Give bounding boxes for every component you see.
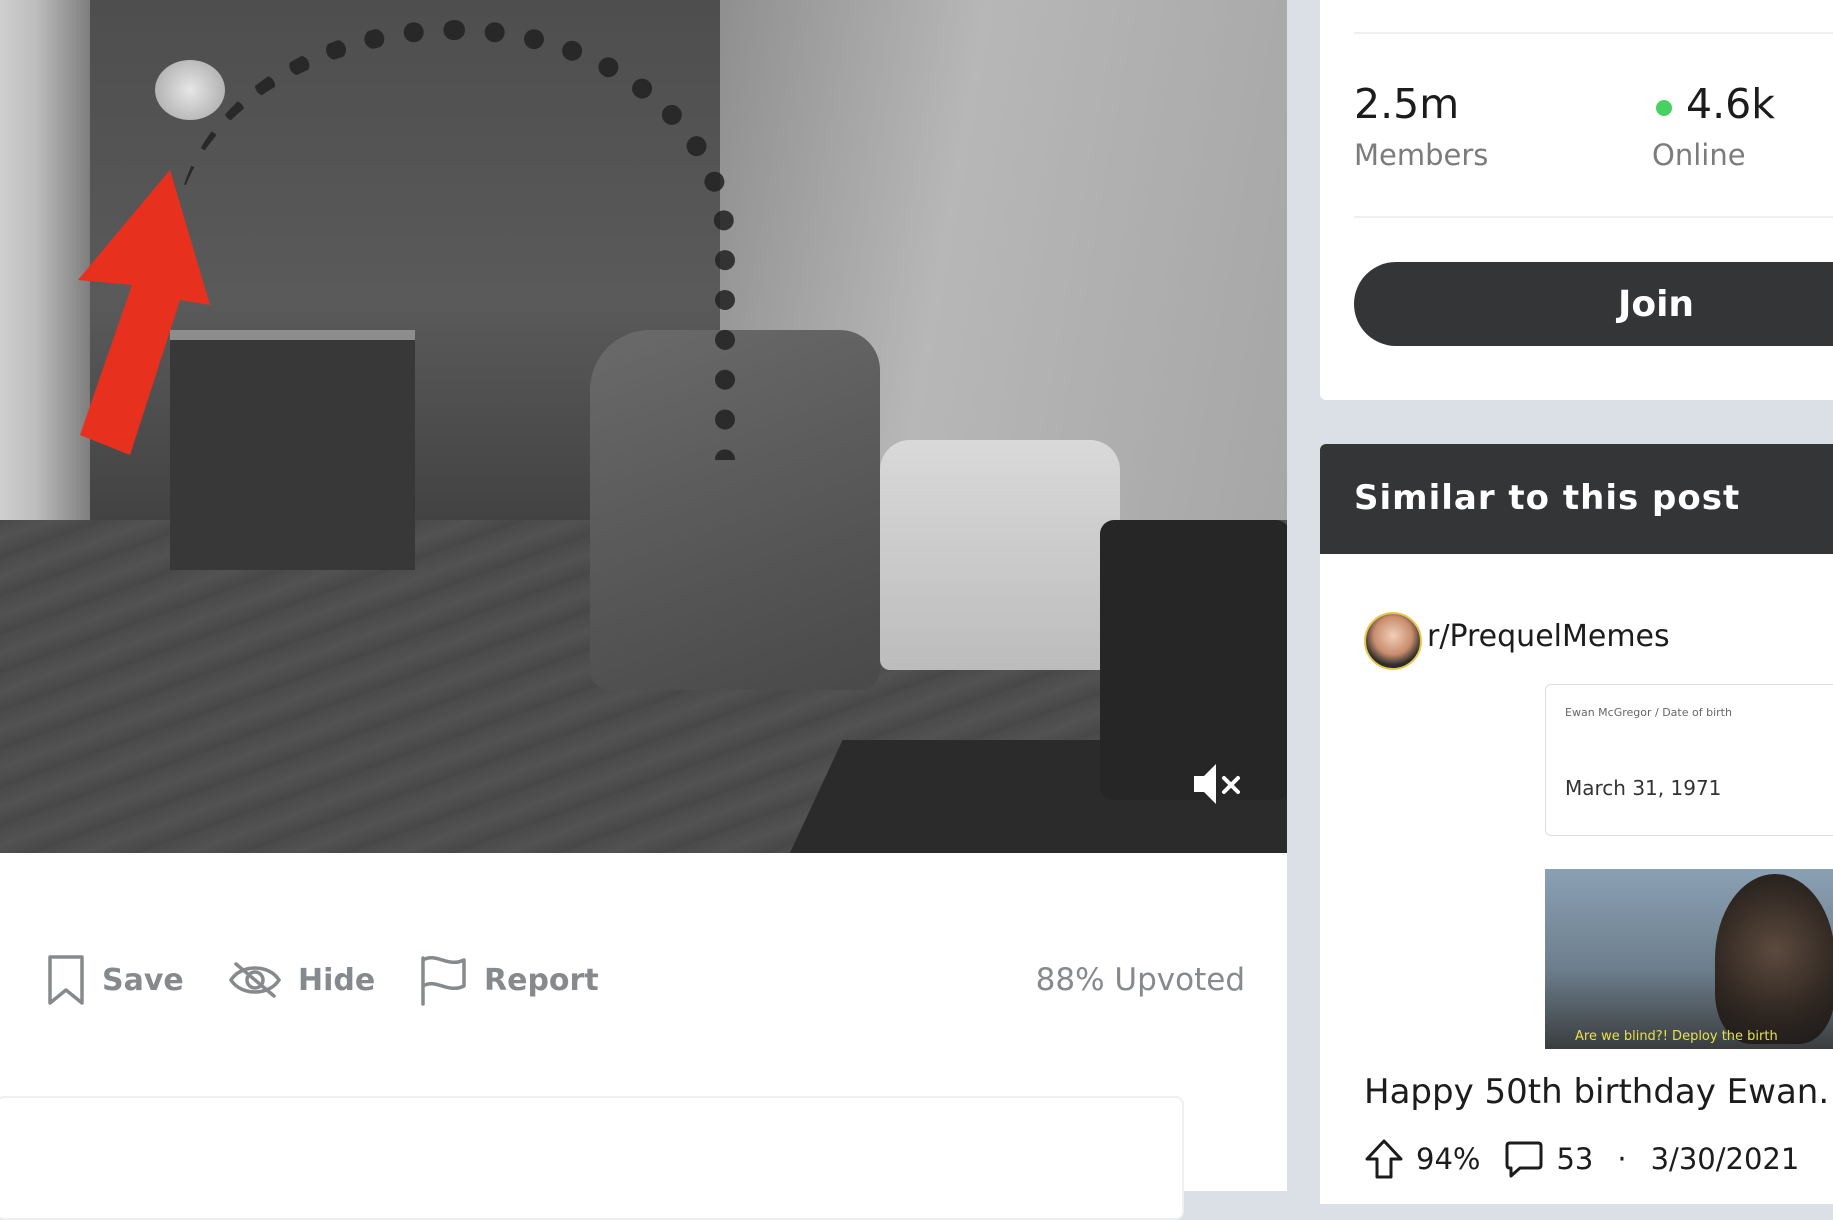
thumbnail-face [1715,874,1833,1044]
post-date: 3/30/2021 [1650,1142,1800,1176]
similar-header: Similar to this post [1320,444,1833,554]
save-label: Save [102,962,184,998]
online-count: 4.6k [1686,80,1775,128]
hide-label: Hide [298,962,376,998]
members-label: Members [1354,138,1489,172]
meta-separator: · [1617,1142,1627,1176]
similar-post-meta: 94% 53 · 3/30/2021 [1364,1134,1799,1184]
muted-speaker-icon [1194,764,1240,804]
subreddit-link[interactable]: r/PrequelMemes [1427,619,1670,654]
similar-post-title[interactable]: Happy 50th birthday Ewan. [1364,1072,1829,1112]
subreddit-avatar[interactable] [1364,612,1422,670]
join-button[interactable]: Join [1354,262,1833,346]
upvote-arrow-icon[interactable] [1364,1138,1404,1180]
report-button[interactable]: Report [418,940,599,1020]
similar-heading: Similar to this post [1354,478,1741,518]
hide-button[interactable]: Hide [228,940,375,1020]
video-motion-trail [175,20,735,460]
red-arrow-annotation [78,170,210,455]
post-action-bar: Save Hide Report 88% Upvoted [0,940,1287,1020]
community-info-card: 2.5m Members 4.6k Online Join [1320,0,1833,400]
save-button[interactable]: Save [46,940,184,1020]
online-indicator [1656,100,1672,116]
upvote-percentage: 88% Upvoted [1035,962,1245,998]
bookmark-icon [48,955,84,1005]
thumbnail-header-text: Ewan McGregor / Date of birth [1565,706,1732,719]
members-count: 2.5m [1354,80,1460,128]
thumbnail-caption: Are we blind?! Deploy the birth [1575,1029,1778,1044]
report-label: Report [484,962,599,998]
divider [1354,32,1833,34]
similar-posts-card: Similar to this post r/PrequelMemes Ewan… [1320,444,1833,1204]
flag-icon [421,956,466,1006]
online-label: Online [1652,138,1746,172]
upvote-ratio: 94% [1416,1142,1481,1176]
comment-bubble-icon[interactable] [1504,1139,1544,1179]
eye-slash-icon [228,962,282,998]
thumbnail-date-text: March 31, 1971 [1565,776,1722,800]
comment-count: 53 [1556,1142,1594,1176]
video-scene-armchair [880,440,1120,670]
mute-button[interactable] [1188,760,1248,808]
comment-box[interactable] [0,1096,1184,1220]
video-player[interactable] [0,0,1287,853]
post-thumbnail[interactable]: Ewan McGregor / Date of birth March 31, … [1545,684,1833,1049]
divider [1354,216,1833,218]
video-scene-sofa [1100,520,1287,800]
video-orb [155,60,225,120]
post-main-column: Save Hide Report 88% Upvoted [0,0,1287,1220]
